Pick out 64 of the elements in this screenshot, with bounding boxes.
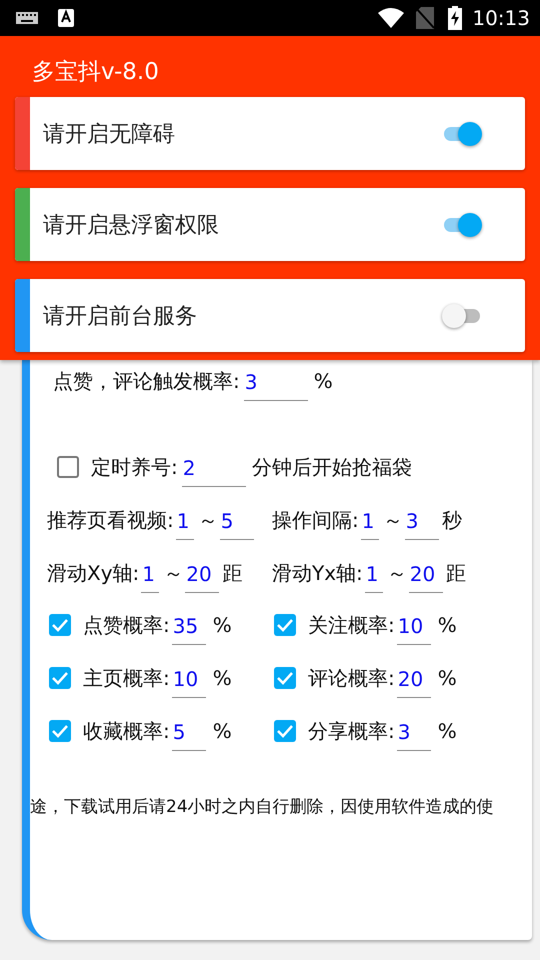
toggle-switch[interactable] <box>442 122 482 146</box>
tilde-label: ～ <box>163 560 184 586</box>
input-field[interactable]: 10 <box>172 666 206 698</box>
checkbox[interactable] <box>49 614 71 636</box>
unit-label: % <box>438 719 457 743</box>
unit-label: 秒 <box>442 506 462 534</box>
input-field[interactable]: 3 <box>396 720 431 750</box>
input-field[interactable]: 20 <box>408 562 443 592</box>
field-label: 操作间隔: <box>272 506 359 534</box>
field-label: 点赞概率: <box>83 612 170 638</box>
field-label: 滑动Yx轴: <box>272 560 363 586</box>
keyboard-icon <box>16 12 38 24</box>
input-field[interactable]: 1 <box>364 562 383 592</box>
checkbox[interactable] <box>49 720 71 742</box>
unit-label: % <box>438 666 457 690</box>
input-field[interactable]: 20 <box>185 562 220 592</box>
app-title: 多宝抖v-8.0 <box>31 58 160 87</box>
battery-charging-icon <box>448 6 462 30</box>
toggle-switch[interactable] <box>442 212 482 236</box>
checkbox[interactable] <box>274 720 296 742</box>
no-sim-icon <box>416 7 434 29</box>
wifi-icon <box>378 8 404 28</box>
checkbox[interactable] <box>57 456 79 478</box>
input-field[interactable]: 1 <box>141 562 160 592</box>
unit-label: % <box>314 369 333 393</box>
input-field[interactable]: 1 <box>176 508 194 540</box>
input-field[interactable]: 3 <box>244 370 308 400</box>
input-field[interactable]: 20 <box>396 666 431 698</box>
notice-text: 途，下载试用后请24小时之内自行删除，因使用软件造成的使 <box>30 796 495 818</box>
unit-label: % <box>212 719 232 743</box>
field-label: 分享概率: <box>308 718 395 744</box>
field-label: 分钟后开始抢福袋 <box>252 454 412 480</box>
clock-time: 10:13 <box>472 6 530 30</box>
input-field[interactable]: 10 <box>396 614 431 644</box>
input-field[interactable]: 1 <box>360 508 379 540</box>
checkbox[interactable] <box>274 614 296 636</box>
input-field[interactable]: 5 <box>172 720 206 750</box>
field-label: 点赞，评论触发概率: <box>53 368 240 394</box>
checkbox[interactable] <box>274 667 296 689</box>
text-icon <box>58 9 74 27</box>
unit-label: % <box>438 613 457 637</box>
unit-label: 距 <box>446 560 466 586</box>
field-label: 主页概率: <box>83 664 170 692</box>
field-label: 评论概率: <box>308 664 395 692</box>
tilde-label: ～ <box>382 506 403 534</box>
toggle-switch[interactable] <box>442 304 482 328</box>
input-field[interactable]: 5 <box>220 508 254 540</box>
field-label: 滑动Xy轴: <box>47 560 140 586</box>
unit-label: 距 <box>222 560 242 586</box>
permission-label: 请开启悬浮窗权限 <box>42 212 220 240</box>
input-field[interactable]: 35 <box>172 614 206 644</box>
field-label: 推荐页看视频: <box>47 506 174 534</box>
unit-label: % <box>212 613 232 637</box>
permission-label: 请开启无障碍 <box>42 120 176 148</box>
permission-label: 请开启前台服务 <box>42 302 198 330</box>
unit-label: % <box>212 666 232 690</box>
tilde-label: ～ <box>198 506 218 534</box>
input-field[interactable]: 3 <box>404 508 439 540</box>
field-label: 定时养号: <box>91 454 178 480</box>
tilde-label: ～ <box>386 560 407 586</box>
input-field[interactable]: 2 <box>182 456 246 486</box>
field-label: 关注概率: <box>308 612 395 638</box>
checkbox[interactable] <box>49 667 71 689</box>
field-label: 收藏概率: <box>83 718 170 744</box>
